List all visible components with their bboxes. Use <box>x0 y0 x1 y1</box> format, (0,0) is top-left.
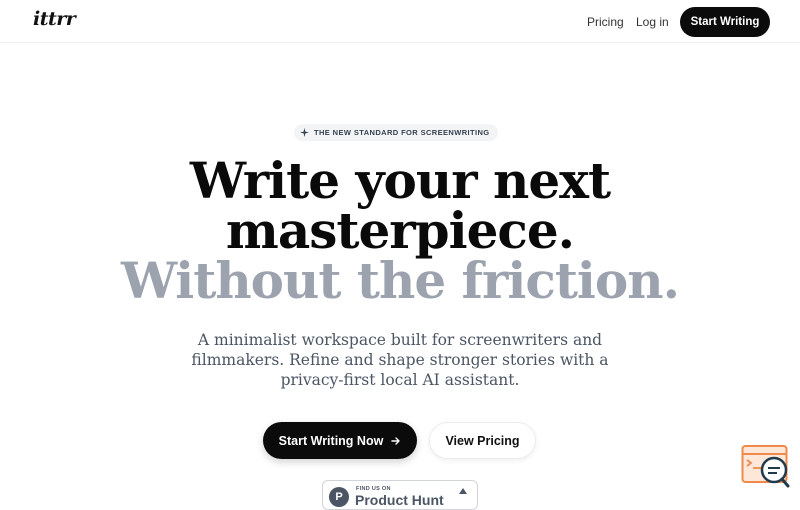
nav-link-login[interactable]: Log in <box>636 15 669 29</box>
start-writing-now-button[interactable]: Start Writing Now <box>263 422 417 459</box>
top-navbar: ittrr Pricing Log in Start Writing <box>0 0 800 43</box>
arrow-right-icon <box>391 436 401 445</box>
brand-logo[interactable]: ittrr <box>33 8 76 30</box>
view-pricing-button[interactable]: View Pricing <box>429 422 536 459</box>
hero-headline: Write your next masterpiece. Without the… <box>0 156 800 306</box>
hero-badge-text: THE NEW STANDARD FOR SCREENWRITING <box>314 128 490 137</box>
headline-line-2: masterpiece. <box>225 201 575 260</box>
start-writing-now-label: Start Writing Now <box>278 433 384 448</box>
nav-start-writing-button[interactable]: Start Writing <box>680 7 770 37</box>
upvote-triangle-icon <box>459 488 467 494</box>
product-hunt-big-text: Product Hunt <box>355 492 444 508</box>
sparkle-icon <box>300 128 309 137</box>
hero-badge: THE NEW STANDARD FOR SCREENWRITING <box>294 124 498 141</box>
headline-line-1: Write your next <box>189 151 611 210</box>
product-hunt-logo: P <box>329 487 349 507</box>
headline-line-3: Without the friction. <box>120 251 680 310</box>
product-hunt-badge[interactable]: P FIND US ON Product Hunt <box>322 480 478 510</box>
search-chat-icon <box>741 445 790 488</box>
hero-subtitle: A minimalist workspace built for screenw… <box>191 331 609 389</box>
nav-link-pricing[interactable]: Pricing <box>587 15 624 29</box>
floating-help-widget[interactable] <box>741 444 791 489</box>
